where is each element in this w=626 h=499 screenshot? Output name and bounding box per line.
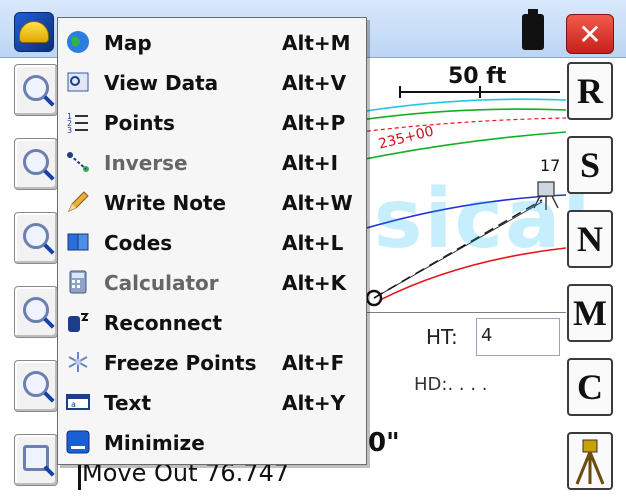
- zoom-out-button[interactable]: [14, 212, 58, 264]
- text-field-icon: a: [66, 394, 90, 410]
- menu-item-label: Write Note: [104, 191, 227, 215]
- menu-item-calculator[interactable]: Calculator Alt+K: [58, 262, 366, 301]
- map-scale-label: 50 ft: [448, 64, 507, 89]
- menu-item-label: Freeze Points: [104, 351, 257, 375]
- menu-item-label: Text: [104, 391, 152, 415]
- menu-item-shortcut: Alt+Y: [282, 391, 346, 415]
- minimize-icon: [66, 430, 90, 454]
- menu-item-shortcut: Alt+V: [282, 71, 347, 95]
- menu-item-label: Reconnect: [104, 311, 223, 335]
- zoom-window-button[interactable]: [14, 286, 58, 338]
- menu-item-label: View Data: [104, 71, 219, 95]
- menu-item-label: Codes: [104, 231, 173, 255]
- menu-item-label: Map: [104, 31, 152, 55]
- side-button-n[interactable]: N: [567, 210, 613, 268]
- inverse-icon: [67, 152, 89, 172]
- menu-item-label: Points: [104, 111, 175, 135]
- menu-item-shortcut: Alt+F: [282, 351, 345, 375]
- ht-input[interactable]: 4: [476, 318, 560, 356]
- ht-label: HT:: [426, 325, 458, 349]
- zoom-previous-button[interactable]: [14, 360, 58, 412]
- menu-item-codes[interactable]: Codes Alt+L: [58, 222, 366, 261]
- menu-item-shortcut: Alt+M: [282, 31, 351, 55]
- surveyor-hardhat-icon[interactable]: [14, 12, 54, 52]
- zoom-in-button[interactable]: [14, 138, 58, 190]
- side-button-m[interactable]: M: [567, 284, 613, 342]
- svg-text:a: a: [71, 400, 76, 409]
- codes-book-icon: [67, 233, 89, 251]
- svg-text:3: 3: [67, 126, 72, 134]
- freeze-snowflake-icon: [68, 352, 88, 372]
- menu-item-label: Minimize: [104, 431, 205, 455]
- close-button[interactable]: ✕: [566, 14, 614, 54]
- points-list-icon: 123: [67, 112, 88, 134]
- menu-item-label: Inverse: [104, 151, 188, 175]
- calculator-icon: [69, 270, 87, 294]
- zoom-all-button[interactable]: [14, 64, 58, 116]
- menu-item-shortcut: Alt+W: [282, 191, 353, 215]
- instrument-setup-button[interactable]: [567, 432, 613, 490]
- total-station-tripod-icon: [575, 439, 605, 485]
- menu-item-reconnect[interactable]: Reconnect: [58, 302, 366, 341]
- menu-item-write-note[interactable]: Write Note Alt+W: [58, 182, 366, 221]
- menu-item-shortcut: Alt+P: [282, 111, 346, 135]
- menu-item-minimize[interactable]: Minimize: [58, 422, 366, 461]
- map-details-button[interactable]: [14, 434, 58, 486]
- reconnect-icon: [68, 313, 89, 332]
- survey-app-screen: ✕ 50 ft 235+00 17 HT: 4 HD:. . . . 0" Mo…: [0, 0, 626, 499]
- menu-item-label: Calculator: [104, 271, 219, 295]
- angle-readout: 0": [368, 428, 400, 458]
- pencil-icon: [68, 191, 89, 212]
- side-button-s[interactable]: S: [567, 136, 613, 194]
- view-data-icon: [67, 72, 89, 92]
- menu-item-inverse[interactable]: Inverse Alt+I: [58, 142, 366, 181]
- main-menu: Map Alt+M View Data Alt+V 123 Points Alt…: [57, 17, 367, 465]
- menu-item-view-data[interactable]: View Data Alt+V: [58, 62, 366, 101]
- side-button-c[interactable]: C: [567, 358, 613, 416]
- menu-item-shortcut: Alt+K: [282, 271, 347, 295]
- menu-item-text[interactable]: a Text Alt+Y: [58, 382, 366, 421]
- side-button-r[interactable]: R: [567, 62, 613, 120]
- menu-item-map[interactable]: Map Alt+M: [58, 22, 366, 61]
- menu-item-points[interactable]: 123 Points Alt+P: [58, 102, 366, 141]
- menu-item-freeze-points[interactable]: Freeze Points Alt+F: [58, 342, 366, 381]
- hd-label: HD:. . . .: [414, 374, 488, 395]
- battery-icon: [522, 9, 544, 50]
- menu-item-shortcut: Alt+L: [282, 231, 344, 255]
- globe-icon: [67, 31, 89, 53]
- menu-item-shortcut: Alt+I: [282, 151, 339, 175]
